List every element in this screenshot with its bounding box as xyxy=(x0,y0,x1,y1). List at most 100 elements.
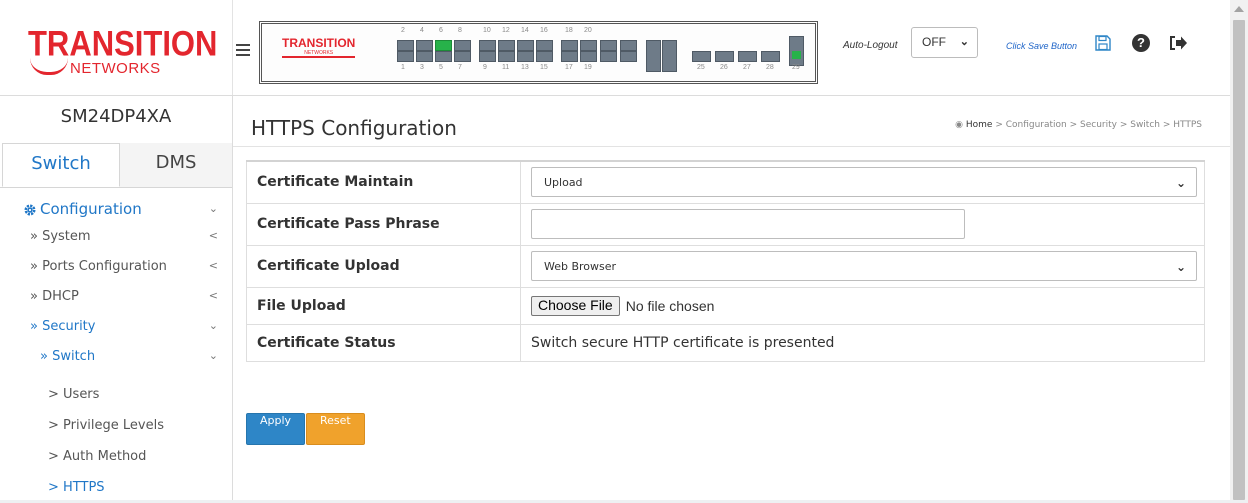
port-icon xyxy=(561,51,578,62)
sidebar-item-security[interactable]: » Security ⌄ xyxy=(0,319,232,349)
device-logo: TRANSITION NETWORKS xyxy=(282,36,356,58)
apply-button[interactable]: Apply xyxy=(246,413,306,445)
port-icon xyxy=(536,40,553,51)
port-number-label: 2 xyxy=(401,27,405,34)
sidebar-item-dhcp[interactable]: » DHCP < xyxy=(0,289,232,319)
logout-icon[interactable] xyxy=(1168,34,1188,52)
breadcrumb-home[interactable]: Home xyxy=(966,120,993,130)
port-number-label: 12 xyxy=(502,27,510,34)
device-name: SM24DP4XA xyxy=(60,106,172,127)
sidebar-item-label: » Security xyxy=(30,319,96,334)
sfp-port-icon xyxy=(761,51,780,62)
port-icon xyxy=(536,51,553,62)
menu-icon[interactable] xyxy=(236,44,250,56)
sfp-port-icon xyxy=(715,51,734,62)
cert-maintain-cell: Upload ⌄ xyxy=(520,160,1205,204)
breadcrumb: ◉ Home > Configuration > Security > Swit… xyxy=(955,120,1202,130)
port-icon xyxy=(397,51,414,62)
scrollbar[interactable] xyxy=(1230,0,1248,500)
choose-file-button[interactable]: Choose File xyxy=(531,295,620,316)
port-icon xyxy=(416,51,433,62)
port-number-label: 3 xyxy=(420,64,424,71)
sidebar-nav: Configuration ⌄ » System < » Ports Confi… xyxy=(0,195,232,503)
port-number-label: 19 xyxy=(584,64,592,71)
cert-maintain-select[interactable]: Upload ⌄ xyxy=(531,167,1197,198)
main-content: HTTPS Configuration ◉ Home > Configurati… xyxy=(233,96,1230,500)
port-icon xyxy=(435,51,452,62)
sidebar-item-label: » System xyxy=(30,229,91,244)
pass-phrase-label: Certificate Pass Phrase xyxy=(246,202,521,246)
port-icon xyxy=(580,40,597,51)
table-row: Certificate Status Switch secure HTTP ce… xyxy=(246,323,1205,362)
https-config-table: Certificate Maintain Upload ⌄ Certificat… xyxy=(246,160,1205,362)
sidebar-item-label: » DHCP xyxy=(30,289,79,304)
port-number-label: 13 xyxy=(521,64,529,71)
port-number-label: 29 xyxy=(792,64,800,71)
file-upload-label: File Upload xyxy=(246,286,521,325)
sidebar-item-switch[interactable]: » Switch ⌄ xyxy=(0,349,232,379)
port-number-label: 25 xyxy=(697,64,705,71)
port-number-label: 14 xyxy=(521,27,529,34)
file-upload-cell: Choose File No file chosen xyxy=(520,286,1205,325)
port-number-label: 8 xyxy=(458,27,462,34)
port-number-label: 18 xyxy=(565,27,573,34)
cert-upload-select[interactable]: Web Browser ⌄ xyxy=(531,251,1197,281)
port-number-label: 6 xyxy=(439,27,443,34)
table-row: Certificate Pass Phrase xyxy=(246,202,1205,246)
sidebar-item-auth-method[interactable]: > Auth Method xyxy=(0,441,232,472)
pass-phrase-input[interactable] xyxy=(531,209,965,239)
help-icon[interactable]: ? xyxy=(1132,34,1150,52)
tab-dms[interactable]: DMS xyxy=(120,143,232,187)
sidebar: SM24DP4XA Switch DMS Configuration ⌄ » S… xyxy=(0,96,233,500)
port-number-label: 5 xyxy=(439,64,443,71)
tab-switch[interactable]: Switch xyxy=(2,143,120,187)
port-icon xyxy=(479,40,496,51)
page-title: HTTPS Configuration xyxy=(251,116,457,140)
sidebar-item-privilege-levels[interactable]: > Privilege Levels xyxy=(0,410,232,441)
port-icon xyxy=(600,40,617,51)
table-row: Certificate Maintain Upload ⌄ xyxy=(246,160,1205,204)
breadcrumb-path[interactable]: > Configuration > Security > Switch > HT… xyxy=(995,120,1202,130)
port-icon xyxy=(580,51,597,62)
sidebar-item-ports-configuration[interactable]: » Ports Configuration < xyxy=(0,259,232,289)
save-icon[interactable] xyxy=(1094,34,1112,52)
sidebar-item-users[interactable]: > Users xyxy=(0,379,232,410)
chevron-down-icon: ⌄ xyxy=(1175,260,1186,274)
sidebar-item-label: » Switch xyxy=(40,349,96,364)
cert-status-label: Certificate Status xyxy=(246,323,521,362)
port-icon xyxy=(416,40,433,51)
device-logo-subtext: NETWORKS xyxy=(304,50,334,56)
sidebar-item-label: > Auth Method xyxy=(48,449,147,464)
sidebar-item-https[interactable]: > HTTPS xyxy=(0,472,232,503)
reset-button[interactable]: Reset xyxy=(306,413,365,445)
port-number-label: 20 xyxy=(584,27,592,34)
scroll-thumb[interactable] xyxy=(1233,20,1245,500)
port-icon xyxy=(479,51,496,62)
port-number-label: 11 xyxy=(502,64,510,71)
divider xyxy=(233,146,1230,147)
port-number-label: 4 xyxy=(420,27,424,34)
sidebar-item-label: Configuration xyxy=(40,200,142,218)
port-icon xyxy=(620,51,637,62)
logo-swoosh xyxy=(30,58,68,75)
port-number-label: 15 xyxy=(540,64,548,71)
chevron-down-icon: ⌄ xyxy=(208,202,218,215)
sidebar-item-label: > Users xyxy=(48,387,100,402)
sfp-port-icon xyxy=(738,51,757,62)
scroll-up-arrow-icon[interactable] xyxy=(1234,6,1244,12)
port-icon xyxy=(600,51,617,62)
port-number-label: 16 xyxy=(540,27,548,34)
chevron-down-icon: ⌄ xyxy=(959,36,969,48)
auto-logout-select[interactable]: OFF ⌄ xyxy=(911,27,978,58)
port-number-label: 9 xyxy=(483,64,487,71)
port-number-label: 28 xyxy=(766,64,774,71)
chevron-left-icon: < xyxy=(208,229,218,242)
brand-logo[interactable]: TRANSITION NETWORKS xyxy=(0,0,233,95)
sidebar-item-system[interactable]: » System < xyxy=(0,229,232,259)
save-link[interactable]: Click Save Button xyxy=(1006,41,1077,51)
sidebar-item-label: > HTTPS xyxy=(48,480,105,495)
sidebar-item-configuration[interactable]: Configuration ⌄ xyxy=(0,195,232,229)
cert-upload-value: Web Browser xyxy=(544,260,617,273)
port-number-label: 26 xyxy=(720,64,728,71)
port-icon xyxy=(397,40,414,51)
